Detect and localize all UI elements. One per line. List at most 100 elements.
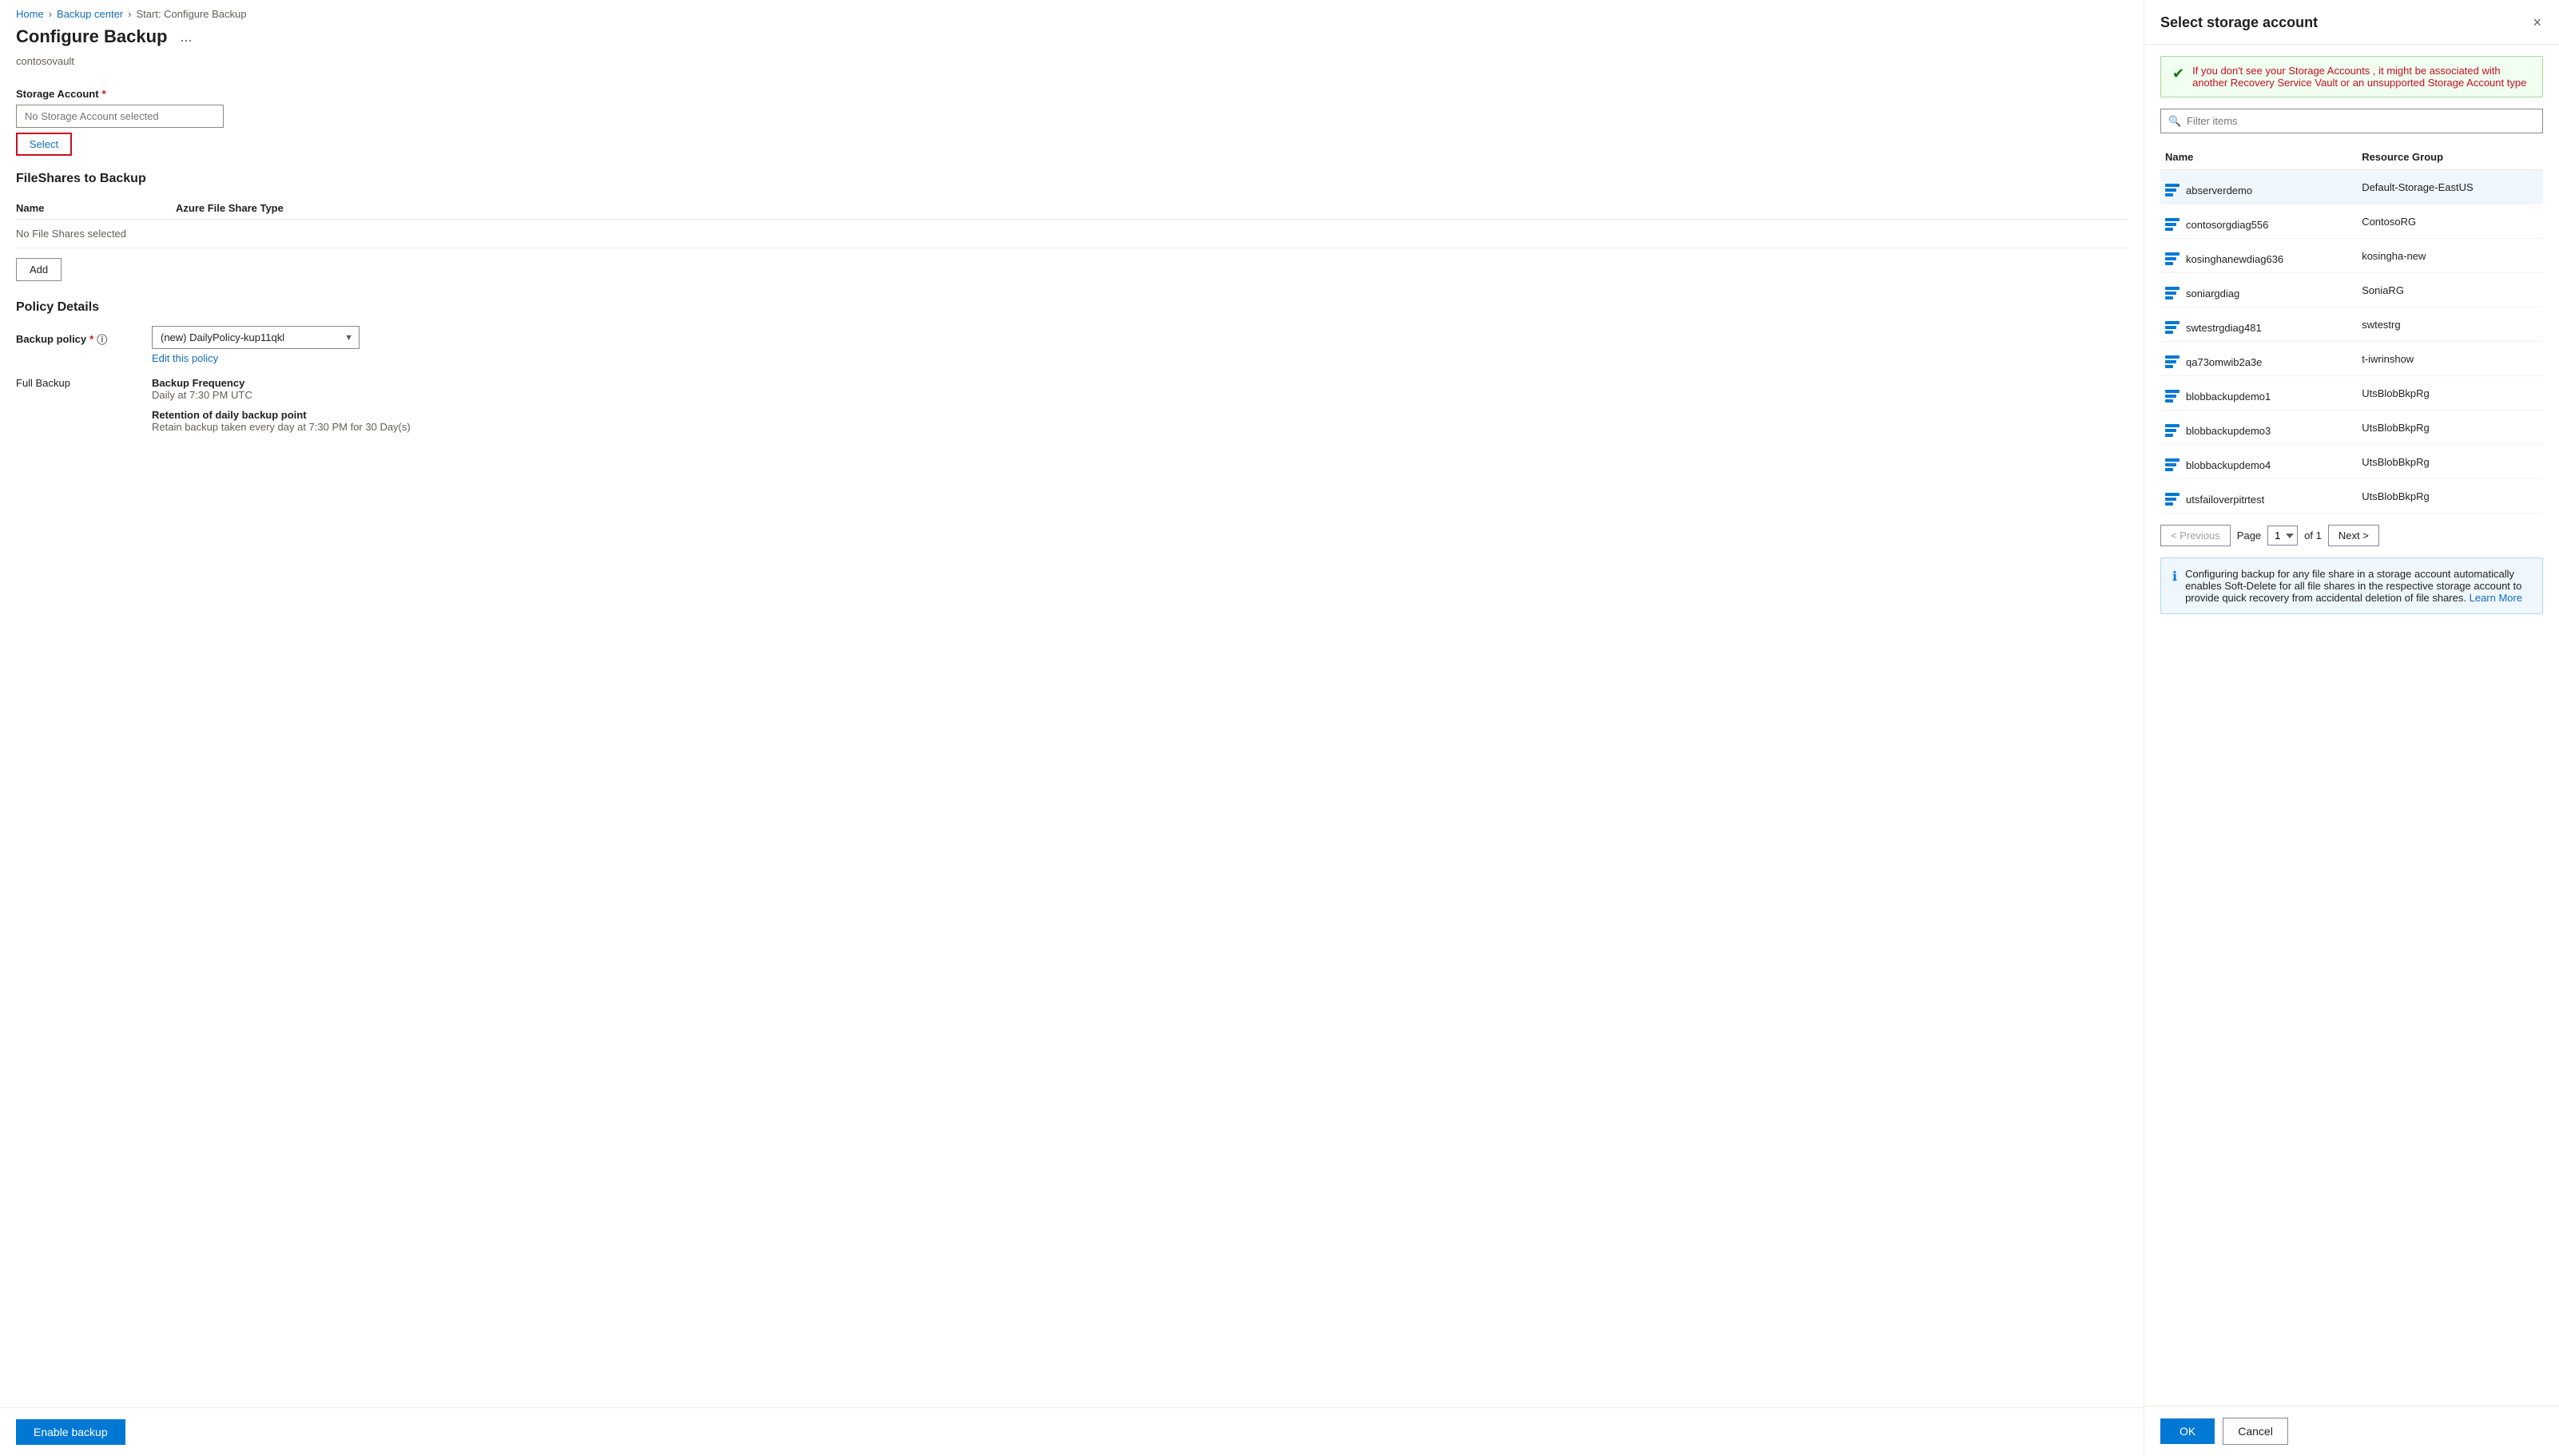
backup-policy-info-icon[interactable]: ⓘ (97, 331, 107, 347)
table-row[interactable]: blobbackupdemo3 UtsBlobBkpRg (2160, 411, 2543, 445)
panel-title: Select storage account (2160, 14, 2318, 31)
storage-account-name: blobbackupdemo1 (2160, 376, 2357, 411)
storage-accounts-table: Name Resource Group abserverdemo Default… (2160, 145, 2543, 514)
next-page-button[interactable]: Next > (2328, 525, 2379, 546)
breadcrumb-backup-center[interactable]: Backup center (57, 8, 123, 20)
storage-icon-cell: soniargdiag (2165, 287, 2239, 300)
bottom-bar: Enable backup (0, 1407, 2144, 1456)
fileshares-title: FileShares to Backup (16, 172, 2128, 186)
retention-title: Retention of daily backup point (152, 409, 2128, 421)
resource-group-name: SoniaRG (2357, 273, 2543, 307)
table-row[interactable]: abserverdemo Default-Storage-EastUS (2160, 170, 2543, 204)
col-resource-group-header: Resource Group (2357, 145, 2543, 170)
fileshares-group: FileShares to Backup Name Azure File Sha… (16, 172, 2128, 281)
storage-icon-cell: qa73omwib2a3e (2165, 355, 2262, 368)
table-header-row: Name Resource Group (2160, 145, 2543, 170)
storage-account-name: soniargdiag (2160, 273, 2357, 307)
resource-group-name: swtestrg (2357, 307, 2543, 342)
resource-group-name: UtsBlobBkpRg (2357, 376, 2543, 411)
resource-group-name: kosingha-new (2357, 239, 2543, 273)
table-row[interactable]: blobbackupdemo4 UtsBlobBkpRg (2160, 445, 2543, 479)
policy-section: Policy Details Backup policy * ⓘ (new) D… (16, 300, 2128, 441)
storage-account-name: blobbackupdemo3 (2160, 411, 2357, 445)
backup-frequency-item: Backup Frequency Daily at 7:30 PM UTC (152, 377, 2128, 401)
search-icon: 🔍 (2168, 115, 2181, 128)
storage-icon-cell: contosorgdiag556 (2165, 218, 2268, 231)
table-row[interactable]: soniargdiag SoniaRG (2160, 273, 2543, 307)
storage-icon-cell: blobbackupdemo3 (2165, 424, 2271, 437)
storage-icon-cell: kosinghanewdiag636 (2165, 252, 2283, 265)
backup-policy-control: (new) DailyPolicy-kup11qkl ▼ Edit this p… (152, 326, 2128, 364)
add-button[interactable]: Add (16, 258, 62, 281)
page-select[interactable]: 1 (2267, 526, 2298, 546)
table-row[interactable]: blobbackupdemo1 UtsBlobBkpRg (2160, 376, 2543, 411)
page-title: Configure Backup (16, 26, 167, 47)
resource-group-name: t-iwrinshow (2357, 342, 2543, 376)
storage-account-input[interactable] (16, 105, 224, 128)
table-row[interactable]: qa73omwib2a3e t-iwrinshow (2160, 342, 2543, 376)
storage-table-body: abserverdemo Default-Storage-EastUS cont… (2160, 170, 2543, 514)
resource-group-name: ContosoRG (2357, 204, 2543, 239)
learn-more-link[interactable]: Learn More (2470, 592, 2522, 604)
storage-icon-cell: utsfailoverpitrtest (2165, 493, 2264, 506)
required-indicator: * (102, 88, 106, 100)
cancel-button[interactable]: Cancel (2223, 1418, 2288, 1445)
table-row[interactable]: kosinghanewdiag636 kosingha-new (2160, 239, 2543, 273)
panel-header: Select storage account × (2144, 0, 2559, 45)
breadcrumb-home[interactable]: Home (16, 8, 44, 20)
storage-account-icon (2165, 287, 2180, 300)
storage-account-name: contosorgdiag556 (2160, 204, 2357, 239)
breadcrumb-current: Start: Configure Backup (136, 8, 246, 20)
storage-icon-cell: blobbackupdemo1 (2165, 390, 2271, 403)
select-button[interactable]: Select (16, 133, 72, 156)
form-area: Storage Account * Select FileShares to B… (0, 80, 2144, 1407)
col-type-header: Azure File Share Type (176, 202, 2128, 214)
backup-frequency-value: Daily at 7:30 PM UTC (152, 389, 2128, 401)
full-backup-row: Full Backup Backup Frequency Daily at 7:… (16, 374, 2128, 441)
backup-frequency-title: Backup Frequency (152, 377, 2128, 389)
storage-account-group: Storage Account * Select (16, 88, 2128, 156)
table-row[interactable]: swtestrgdiag481 swtestrg (2160, 307, 2543, 342)
no-fileshares-message: No File Shares selected (16, 220, 2128, 248)
main-content: Home › Backup center › Start: Configure … (0, 0, 2144, 1456)
table-row[interactable]: contosorgdiag556 ContosoRG (2160, 204, 2543, 239)
soft-delete-text: Configuring backup for any file share in… (2185, 568, 2531, 604)
storage-account-name: kosinghanewdiag636 (2160, 239, 2357, 273)
backup-policy-row: Backup policy * ⓘ (new) DailyPolicy-kup1… (16, 326, 2128, 364)
storage-icon-cell: abserverdemo (2165, 184, 2252, 196)
table-row[interactable]: utsfailoverpitrtest UtsBlobBkpRg (2160, 479, 2543, 514)
filter-input[interactable] (2160, 109, 2543, 133)
resource-group-name: Default-Storage-EastUS (2357, 170, 2543, 204)
storage-account-icon (2165, 355, 2180, 368)
policy-section-title: Policy Details (16, 300, 2128, 315)
page-header: Configure Backup ... (0, 23, 2144, 55)
ok-button[interactable]: OK (2160, 1418, 2215, 1444)
storage-account-name: qa73omwib2a3e (2160, 342, 2357, 376)
enable-backup-button[interactable]: Enable backup (16, 1419, 125, 1445)
full-backup-label: Full Backup (16, 374, 144, 389)
info-banner-text: If you don't see your Storage Accounts ,… (2192, 65, 2531, 89)
col-name-header: Name (16, 202, 176, 214)
storage-icon-cell: blobbackupdemo4 (2165, 458, 2271, 471)
backup-details: Backup Frequency Daily at 7:30 PM UTC Re… (152, 377, 2128, 441)
storage-account-icon (2165, 184, 2180, 196)
storage-input-wrapper: Select (16, 105, 2128, 156)
ellipsis-button[interactable]: ... (175, 27, 197, 47)
info-banner: ✔ If you don't see your Storage Accounts… (2160, 56, 2543, 97)
storage-account-icon (2165, 252, 2180, 265)
close-button[interactable]: × (2531, 13, 2543, 33)
of-label: of 1 (2304, 530, 2322, 542)
panel-body: ✔ If you don't see your Storage Accounts… (2144, 45, 2559, 1406)
storage-account-icon (2165, 390, 2180, 403)
page-subtitle: contosovault (0, 55, 2144, 80)
backup-policy-dropdown-wrapper: (new) DailyPolicy-kup11qkl ▼ (152, 326, 360, 349)
filter-input-wrapper: 🔍 (2160, 109, 2543, 133)
backup-policy-select[interactable]: (new) DailyPolicy-kup11qkl (152, 326, 360, 349)
page-label: Page (2237, 530, 2261, 542)
storage-account-icon (2165, 218, 2180, 231)
storage-account-icon (2165, 458, 2180, 471)
edit-policy-link[interactable]: Edit this policy (152, 352, 218, 364)
storage-icon-cell: swtestrgdiag481 (2165, 321, 2262, 334)
previous-page-button[interactable]: < Previous (2160, 525, 2231, 546)
resource-group-name: UtsBlobBkpRg (2357, 411, 2543, 445)
